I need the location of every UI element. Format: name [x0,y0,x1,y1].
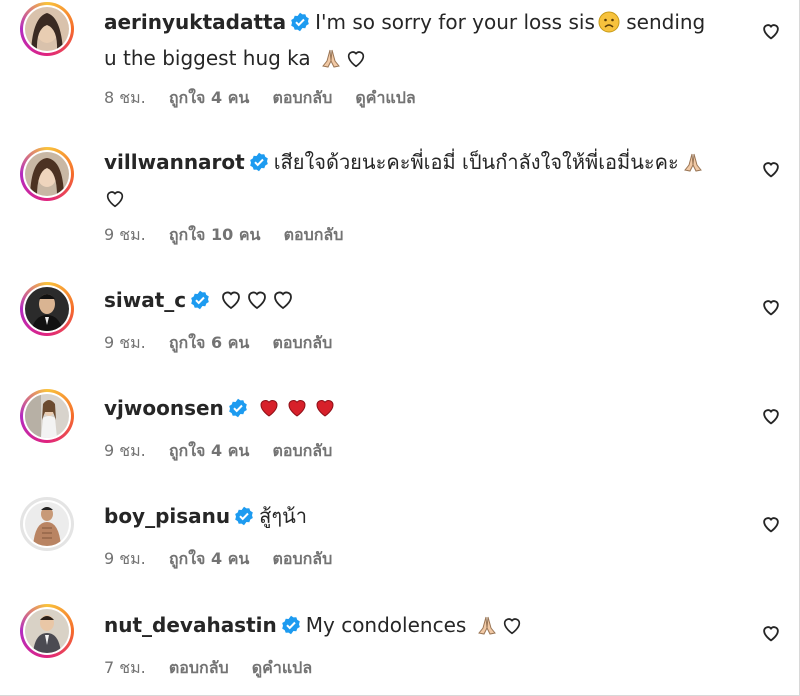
comment-text: I'm so sorry for your loss sis [315,10,595,34]
like-heart-icon[interactable] [760,158,782,180]
avatar-story-ring[interactable] [20,389,74,443]
comment-username[interactable]: boy_pisanu [104,504,230,528]
avatar-story-ring[interactable] [20,604,74,658]
verified-badge-icon [234,503,254,535]
like-heart-icon[interactable] [760,296,782,318]
verified-badge-icon [281,612,301,644]
avatar [25,152,69,196]
white-heart-icon [218,287,244,320]
verified-badge-icon [190,287,210,319]
verified-badge-icon [249,149,269,181]
avatar-story-ring[interactable] [20,2,74,56]
comment-time: 9 ชม. [104,441,146,460]
praying-hands-icon [320,46,342,78]
comment-username[interactable]: villwannarot [104,150,245,174]
white-heart-icon [345,46,367,78]
reply-button[interactable]: ตอบกลับ [272,333,332,352]
comment-time: 9 ชม. [104,225,146,244]
comment-likes[interactable]: ถูกใจ 6 คน [169,333,249,352]
white-heart-icon [104,186,126,218]
avatar [25,502,69,546]
avatar [25,287,69,331]
reply-button[interactable]: ตอบกลับ [169,658,229,677]
comment-username[interactable]: vjwoonsen [104,396,224,420]
verified-badge-icon [228,395,248,427]
sad-face-icon [598,10,620,42]
comment-text: My condolences [305,613,473,637]
white-heart-icon [244,287,270,320]
comment-username[interactable]: aerinyuktadatta [104,10,286,34]
praying-hands-icon [682,150,704,182]
reply-button[interactable]: ตอบกลับ [284,225,344,244]
avatar [25,609,69,653]
avatar-story-ring[interactable] [20,282,74,336]
comment-time: 7 ชม. [104,658,146,677]
avatar-ring[interactable] [20,497,74,551]
comment-username[interactable]: siwat_c [104,288,186,312]
see-translation-button[interactable]: ดูคำแปล [355,88,415,107]
like-heart-icon[interactable] [760,405,782,427]
like-heart-icon[interactable] [760,513,782,535]
like-heart-icon[interactable] [760,20,782,42]
comment-time: 8 ชม. [104,88,146,107]
reply-button[interactable]: ตอบกลับ [272,441,332,460]
avatar [25,394,69,438]
red-heart-icon [256,395,282,428]
comment-time: 9 ชม. [104,333,146,352]
white-heart-icon [270,287,296,320]
like-heart-icon[interactable] [760,622,782,644]
comment-text: เสียใจด้วยนะคะพี่เอมี่ เป็นกำลังใจให้พี่… [273,150,679,174]
white-heart-icon [501,613,523,645]
reply-button[interactable]: ตอบกลับ [272,88,332,107]
comment-likes[interactable]: ถูกใจ 4 คน [169,88,249,107]
comment-likes[interactable]: ถูกใจ 10 คน [169,225,261,244]
avatar-story-ring[interactable] [20,147,74,201]
comment-time: 9 ชม. [104,549,146,568]
red-heart-icon [284,395,310,428]
reply-button[interactable]: ตอบกลับ [272,549,332,568]
comment-text: สู้ๆน้า [259,504,308,528]
avatar [25,7,69,51]
praying-hands-icon [476,613,498,645]
see-translation-button[interactable]: ดูคำแปล [252,658,312,677]
comment-likes[interactable]: ถูกใจ 4 คน [169,549,249,568]
comment-likes[interactable]: ถูกใจ 4 คน [169,441,249,460]
comment-username[interactable]: nut_devahastin [104,613,277,637]
red-heart-icon [312,395,338,428]
verified-badge-icon [290,9,310,41]
